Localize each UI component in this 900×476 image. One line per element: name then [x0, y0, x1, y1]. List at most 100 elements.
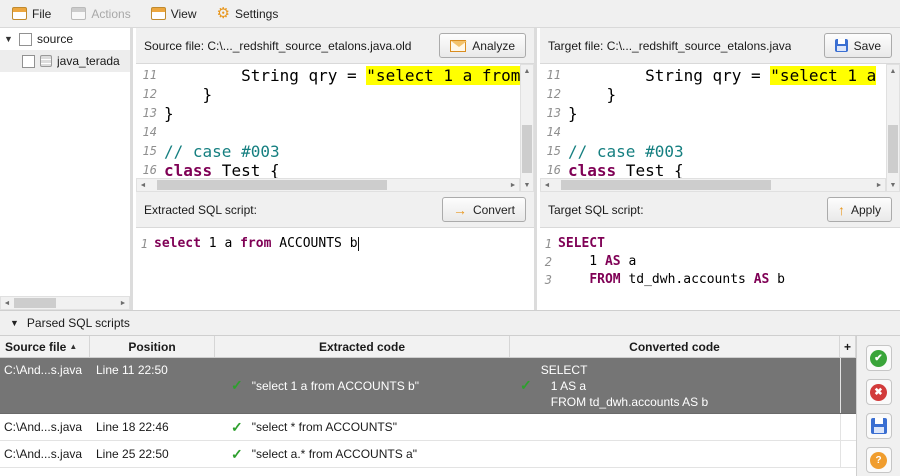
cell-position: Line 11 22:50 — [90, 358, 215, 413]
code-text: FROM td_dwh.accounts AS b — [558, 271, 785, 289]
line-number: 16 — [136, 161, 164, 178]
scrollbar-thumb[interactable] — [522, 125, 532, 173]
scrollbar-thumb[interactable] — [888, 125, 898, 173]
view-menu-icon — [151, 7, 166, 20]
source-editor-vertical-scrollbar[interactable]: ▲ ▼ — [520, 64, 534, 192]
line-number: 1 — [136, 235, 154, 253]
parsed-scripts-panel-header[interactable]: ▼ Parsed SQL scripts — [0, 310, 900, 336]
scroll-right-icon[interactable]: ► — [507, 179, 519, 191]
column-chooser-button[interactable]: + — [840, 336, 856, 357]
target-sql-header: Target SQL script: ↑ Apply — [540, 192, 900, 228]
code-line: 3 FROM td_dwh.accounts AS b — [540, 271, 900, 289]
code-line: 16class Test { — [540, 161, 886, 178]
code-line: 16class Test { — [136, 161, 520, 178]
file-tree-sidebar: ▼ source java_terada ◄ ► — [0, 28, 133, 310]
code-text: // case #003 — [568, 142, 684, 161]
code-text: String qry = "select 1 a — [568, 66, 876, 85]
scroll-right-icon[interactable]: ► — [117, 297, 129, 309]
scroll-down-icon[interactable]: ▼ — [521, 179, 533, 191]
code-line: 12 } — [540, 85, 886, 104]
row-filler — [840, 441, 856, 467]
code-text: class Test { — [568, 161, 684, 178]
line-number: 16 — [540, 161, 568, 178]
source-folder-checkbox[interactable] — [19, 33, 32, 46]
check-icon: ✓ — [520, 377, 532, 394]
source-file-header: Source file: C:\..._redshift_source_etal… — [136, 28, 534, 64]
scrollbar-thumb[interactable] — [14, 298, 56, 308]
target-pane: Target file: C:\..._redshift_source_etal… — [540, 28, 900, 310]
convert-button[interactable]: → Convert — [442, 197, 526, 222]
table-row[interactable]: C:\And...s.javaLine 11 22:50✓"select 1 a… — [0, 358, 856, 414]
code-line: 15// case #003 — [540, 142, 886, 161]
save-results-icon — [871, 418, 887, 434]
apply-button[interactable]: ↑ Apply — [827, 197, 892, 222]
java-file-checkbox[interactable] — [22, 55, 35, 68]
menu-view[interactable]: View — [145, 4, 207, 24]
column-header-converted-code[interactable]: Converted code — [510, 336, 840, 357]
code-line: 15// case #003 — [136, 142, 520, 161]
app-window: File Actions View ⚙ Settings ▼ source ja… — [0, 0, 900, 476]
code-text: select 1 a from ACCOUNTS b — [154, 235, 359, 253]
cell-source-file: C:\And...s.java — [0, 414, 90, 440]
collapse-triangle-icon[interactable]: ▼ — [10, 318, 19, 328]
table-row[interactable]: C:\And...s.javaLine 25 22:50✓"select a.*… — [0, 441, 856, 468]
line-number: 14 — [136, 123, 164, 142]
tree-item-java-file[interactable]: java_terada — [0, 50, 130, 72]
apply-arrow-icon: ↑ — [838, 204, 845, 216]
menu-file-label: File — [32, 7, 51, 21]
code-line: 2 1 AS a — [540, 253, 900, 271]
analyze-button[interactable]: Analyze — [439, 33, 526, 58]
code-line: 13} — [136, 104, 520, 123]
line-number: 13 — [136, 104, 164, 123]
target-editor-horizontal-scrollbar[interactable]: ◄ ► — [540, 178, 886, 192]
code-text: class Test { — [164, 161, 280, 178]
actions-menu-icon — [71, 7, 86, 20]
analyze-button-label: Analyze — [472, 39, 515, 53]
extracted-sql-editor[interactable]: 1select 1 a from ACCOUNTS b — [136, 228, 534, 310]
scroll-left-icon[interactable]: ◄ — [541, 179, 553, 191]
tree-item-source[interactable]: ▼ source — [0, 28, 130, 50]
target-code-editor[interactable]: 11 String qry = "select 1 a12 }13}1415//… — [540, 64, 886, 178]
cell-position: Line 25 22:50 — [90, 441, 215, 467]
scrollbar-thumb[interactable] — [561, 180, 771, 190]
scroll-up-icon[interactable]: ▲ — [521, 65, 533, 77]
accept-button[interactable]: ✔ — [866, 345, 892, 371]
menu-file[interactable]: File — [6, 4, 61, 24]
save-button[interactable]: Save — [824, 33, 892, 58]
sort-asc-icon: ▲ — [69, 342, 77, 351]
target-sql-editor[interactable]: 1SELECT2 1 AS a3 FROM td_dwh.accounts AS… — [540, 228, 900, 310]
table-header-row: Source file▲PositionExtracted codeConver… — [0, 336, 856, 358]
reject-button[interactable]: ✖ — [866, 379, 892, 405]
convert-arrow-icon: → — [453, 204, 467, 216]
table-row[interactable]: C:\And...s.javaLine 18 22:46✓"select * f… — [0, 414, 856, 441]
column-header-position[interactable]: Position — [90, 336, 215, 357]
row-filler — [840, 358, 856, 413]
source-editor-horizontal-scrollbar[interactable]: ◄ ► — [136, 178, 520, 192]
help-icon: ? — [870, 452, 887, 469]
accept-check-icon: ✔ — [870, 350, 887, 367]
sidebar-horizontal-scrollbar[interactable]: ◄ ► — [0, 296, 130, 310]
gear-icon: ⚙ — [217, 7, 230, 20]
scroll-up-icon[interactable]: ▲ — [887, 65, 899, 77]
scroll-right-icon[interactable]: ► — [873, 179, 885, 191]
column-header-source-file[interactable]: Source file▲ — [0, 336, 90, 357]
help-button[interactable]: ? — [866, 447, 892, 473]
tree-expander-icon[interactable]: ▼ — [4, 34, 14, 44]
code-text: // case #003 — [164, 142, 280, 161]
line-number: 11 — [540, 66, 568, 85]
target-editor-vertical-scrollbar[interactable]: ▲ ▼ — [886, 64, 900, 192]
menu-settings-label: Settings — [235, 7, 278, 21]
scroll-down-icon[interactable]: ▼ — [887, 179, 899, 191]
save-results-button[interactable] — [866, 413, 892, 439]
menu-settings[interactable]: ⚙ Settings — [211, 4, 289, 24]
source-code-editor[interactable]: 11 String qry = "select 1 a from12 }13}1… — [136, 64, 520, 178]
line-number: 3 — [540, 271, 558, 289]
column-header-extracted-code[interactable]: Extracted code — [215, 336, 510, 357]
scroll-left-icon[interactable]: ◄ — [1, 297, 13, 309]
code-line: 11 String qry = "select 1 a from — [136, 66, 520, 85]
cell-extracted-code: ✓"select a.* from ACCOUNTS a" — [215, 441, 510, 467]
scroll-left-icon[interactable]: ◄ — [137, 179, 149, 191]
cell-position: Line 18 22:46 — [90, 414, 215, 440]
scrollbar-thumb[interactable] — [157, 180, 387, 190]
code-text: } — [164, 85, 212, 104]
